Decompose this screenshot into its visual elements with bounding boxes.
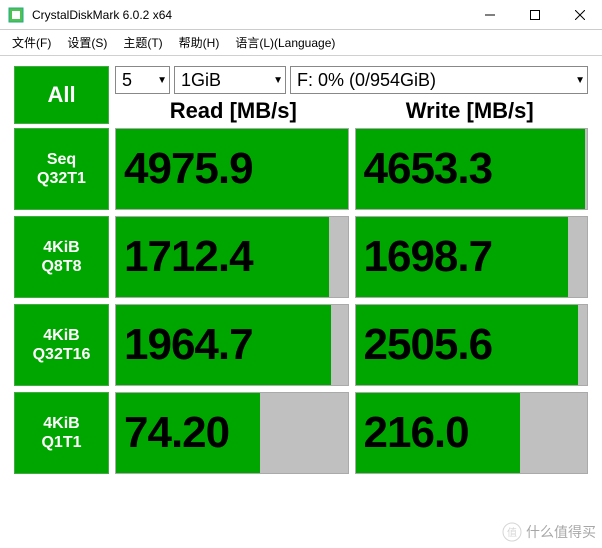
read-cell: 1712.4 <box>115 216 349 298</box>
drive-value: F: 0% (0/954GiB) <box>297 70 436 91</box>
dropdown-row: 5 ▼ 1GiB ▼ F: 0% (0/954GiB) ▼ <box>115 66 588 94</box>
test-label-line1: 4KiB <box>43 238 79 257</box>
watermark-icon: 值 <box>502 522 522 542</box>
menu-settings[interactable]: 设置(S) <box>61 32 113 53</box>
watermark: 值 什么值得买 <box>502 522 596 542</box>
content: All 5 ▼ 1GiB ▼ F: 0% (0/954GiB) ▼ Read [… <box>0 56 602 494</box>
test-label-line1: 4KiB <box>43 326 79 345</box>
table-row: 4KiB Q8T8 1712.4 1698.7 <box>14 216 588 298</box>
table-row: Seq Q32T1 4975.9 4653.3 <box>14 128 588 210</box>
menu-theme[interactable]: 主题(T) <box>117 32 168 53</box>
runs-value: 5 <box>122 70 132 91</box>
test-label-line2: Q8T8 <box>41 257 81 276</box>
menu-file[interactable]: 文件(F) <box>6 32 57 53</box>
test-label-line1: Seq <box>47 150 76 169</box>
write-cell: 1698.7 <box>355 216 589 298</box>
app-icon <box>8 7 24 23</box>
table-row: 4KiB Q1T1 74.20 216.0 <box>14 392 588 474</box>
menu-language[interactable]: 语言(L)(Language) <box>229 32 341 53</box>
run-test-button[interactable]: Seq Q32T1 <box>14 128 109 210</box>
runs-select[interactable]: 5 ▼ <box>115 66 170 94</box>
read-value: 74.20 <box>124 408 229 458</box>
window-title: CrystalDiskMark 6.0.2 x64 <box>32 8 467 22</box>
menu-help[interactable]: 帮助(H) <box>173 32 226 53</box>
read-cell: 4975.9 <box>115 128 349 210</box>
run-all-button[interactable]: All <box>14 66 109 124</box>
close-button[interactable] <box>557 0 602 29</box>
read-cell: 1964.7 <box>115 304 349 386</box>
read-cell: 74.20 <box>115 392 349 474</box>
run-test-button[interactable]: 4KiB Q32T16 <box>14 304 109 386</box>
column-headers: Read [MB/s] Write [MB/s] <box>115 98 588 124</box>
titlebar: CrystalDiskMark 6.0.2 x64 <box>0 0 602 30</box>
test-size-value: 1GiB <box>181 70 221 91</box>
test-label-line1: 4KiB <box>43 414 79 433</box>
watermark-text: 什么值得买 <box>526 522 596 542</box>
write-value: 1698.7 <box>364 232 493 282</box>
write-value: 2505.6 <box>364 320 493 370</box>
read-value: 4975.9 <box>124 144 253 194</box>
test-label-line2: Q1T1 <box>41 433 81 452</box>
write-cell: 2505.6 <box>355 304 589 386</box>
write-header: Write [MB/s] <box>352 98 589 124</box>
maximize-button[interactable] <box>512 0 557 29</box>
read-value: 1964.7 <box>124 320 253 370</box>
top-row: All 5 ▼ 1GiB ▼ F: 0% (0/954GiB) ▼ Read [… <box>14 66 588 124</box>
minimize-button[interactable] <box>467 0 512 29</box>
drive-select[interactable]: F: 0% (0/954GiB) ▼ <box>290 66 588 94</box>
chevron-down-icon: ▼ <box>157 75 167 86</box>
svg-text:值: 值 <box>507 526 517 539</box>
run-test-button[interactable]: 4KiB Q1T1 <box>14 392 109 474</box>
test-label-line2: Q32T1 <box>37 169 86 188</box>
chevron-down-icon: ▼ <box>575 75 585 86</box>
write-value: 4653.3 <box>364 144 493 194</box>
read-value: 1712.4 <box>124 232 253 282</box>
controls-and-headers: 5 ▼ 1GiB ▼ F: 0% (0/954GiB) ▼ Read [MB/s… <box>115 66 588 124</box>
run-test-button[interactable]: 4KiB Q8T8 <box>14 216 109 298</box>
write-cell: 216.0 <box>355 392 589 474</box>
test-size-select[interactable]: 1GiB ▼ <box>174 66 286 94</box>
test-label-line2: Q32T16 <box>33 345 91 364</box>
table-row: 4KiB Q32T16 1964.7 2505.6 <box>14 304 588 386</box>
chevron-down-icon: ▼ <box>273 75 283 86</box>
write-value: 216.0 <box>364 408 469 458</box>
read-header: Read [MB/s] <box>115 98 352 124</box>
menubar: 文件(F) 设置(S) 主题(T) 帮助(H) 语言(L)(Language) <box>0 30 602 56</box>
write-cell: 4653.3 <box>355 128 589 210</box>
